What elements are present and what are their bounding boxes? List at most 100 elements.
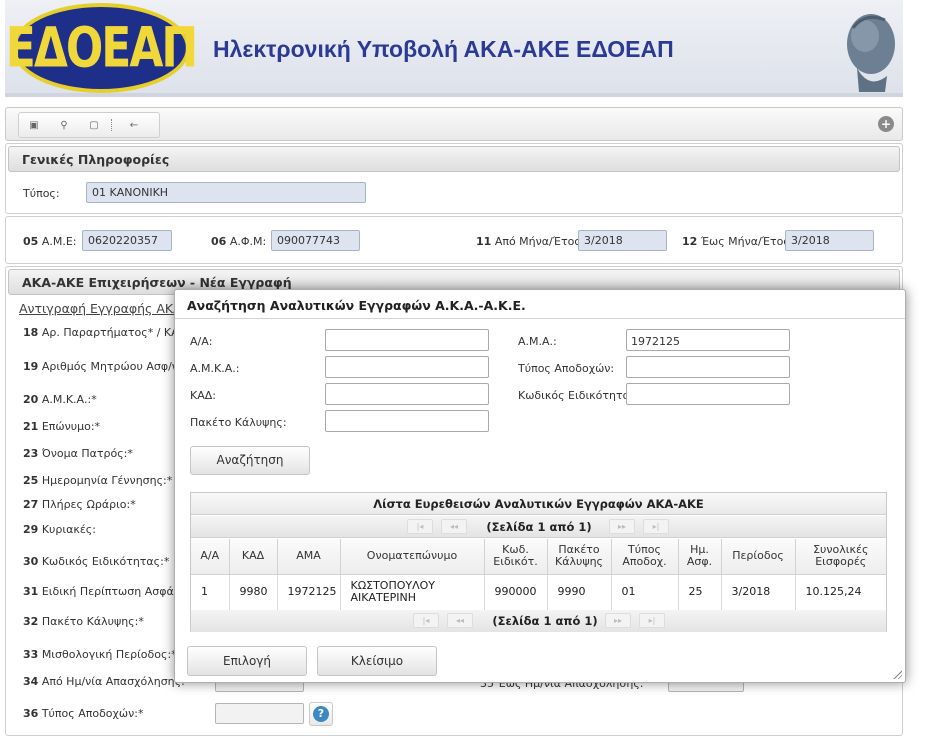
- field-label-19: 19 Αριθμός Μητρώου Ασφ/νου: [23, 360, 192, 373]
- field-label-18: 18 Αρ. Παραρτήματος* / ΚΑΔ:*: [23, 326, 196, 339]
- to-month-label: 12 Έως Μήνα/Έτος:: [682, 235, 794, 248]
- amka-input[interactable]: [325, 356, 489, 378]
- table-cell: 1: [191, 574, 230, 610]
- copy-entry-link[interactable]: Αντιγραφή Εγγραφής ΑΚΑ: [19, 301, 182, 316]
- from-month-label: 11 Από Μήνα/Έτος:: [476, 235, 585, 248]
- help-button[interactable]: ?: [309, 702, 333, 726]
- table-row[interactable]: 1 9980 1972125 ΚΩΣΤΟΠΟΥΛΟΥ ΑΙΚΑΤΕΡΙΝΗ 99…: [191, 574, 886, 610]
- general-info-panel: Γενικές Πληροφορίες Τύπος: 01 ΚΑΝΟΝΙΚΗ: [5, 143, 903, 214]
- close-button[interactable]: Κλείσιμο: [317, 646, 437, 676]
- select-button[interactable]: Επιλογή: [187, 646, 307, 676]
- table-cell: 9990: [547, 574, 612, 610]
- field-label-25: 25 Ημερομηνία Γέννησης:*: [23, 474, 173, 487]
- column-header[interactable]: Τύπος Αποδοχ.: [611, 539, 679, 575]
- app-header: ΕΔΟΕΑΠ Ηλεκτρονική Υποβολή ΑΚΑ-ΑΚΕ ΕΔΟΕΑ…: [5, 0, 903, 97]
- from-month-field[interactable]: 3/2018: [578, 230, 667, 251]
- amka-label: Α.Μ.Κ.Α.:: [190, 362, 240, 375]
- grid-caption: Λίστα Ευρεθεισών Αναλυτικών Εγγραφών ΑΚΑ…: [191, 493, 886, 515]
- search-button[interactable]: Αναζήτηση: [190, 446, 310, 475]
- aa-input[interactable]: [325, 329, 489, 351]
- table-cell: 990000: [484, 574, 548, 610]
- afm-label: 06 Α.Φ.Μ:: [211, 235, 267, 248]
- new-document-icon[interactable]: ▢: [79, 113, 109, 137]
- bottom-pager: |◂ ◂◂ (Σελίδα 1 από 1) ▸▸ ▸|: [191, 610, 886, 632]
- app-title: Ηλεκτρονική Υποβολή ΑΚΑ-ΑΚΕ ΕΔΟΕΑΠ: [213, 36, 674, 62]
- type-label: Τύπος:: [23, 187, 60, 200]
- help-icon: ?: [313, 706, 329, 722]
- next-page-icon[interactable]: ▸▸: [605, 613, 631, 628]
- coverage-package-input[interactable]: [325, 410, 489, 432]
- search-dialog: Αναζήτηση Αναλυτικών Εγγραφών Α.Κ.Α.-Α.Κ…: [174, 289, 906, 683]
- next-page-icon[interactable]: ▸▸: [609, 519, 635, 534]
- prev-page-icon[interactable]: ◂◂: [441, 519, 467, 534]
- field-label-36: 36 Τύπος Αποδοχών:*: [23, 707, 144, 720]
- afm-field[interactable]: 090077743: [271, 230, 360, 251]
- kad-input[interactable]: [325, 383, 489, 405]
- last-page-icon[interactable]: ▸|: [643, 519, 669, 534]
- type-field[interactable]: 01 ΚΑΝΟΝΙΚΗ: [86, 182, 366, 203]
- specialty-code-input[interactable]: [626, 383, 790, 405]
- dialog-title: Αναζήτηση Αναλυτικών Εγγραφών Α.Κ.Α.-Α.Κ…: [187, 298, 526, 313]
- field-label-27: 27 Πλήρες Ωράριο:*: [23, 498, 136, 511]
- ame-label: 05 Α.Μ.Ε:: [23, 235, 77, 248]
- resize-grip-icon[interactable]: [892, 669, 902, 679]
- column-header[interactable]: Κωδ. Ειδικότ.: [484, 539, 548, 575]
- field-label-30: 30 Κωδικός Ειδικότητας:*: [23, 555, 170, 568]
- prev-page-icon[interactable]: ◂◂: [447, 613, 473, 628]
- field-label-29: 29 Κυριακές:: [23, 523, 96, 536]
- first-page-icon[interactable]: |◂: [407, 519, 433, 534]
- column-header[interactable]: ΑΜΑ: [277, 539, 341, 575]
- wage-type-input[interactable]: [626, 356, 790, 378]
- field-label-34: 34 Από Ημ/νία Απασχόλησης:: [23, 675, 185, 688]
- field-label-20: 20 Α.Μ.Κ.Α.:*: [23, 393, 97, 406]
- results-table: Α/Α ΚΑΔ ΑΜΑ Ονοματεπώνυμο Κωδ. Ειδικότ. …: [191, 539, 886, 610]
- first-page-icon[interactable]: |◂: [413, 613, 439, 628]
- table-cell: 1972125: [277, 574, 341, 610]
- column-header[interactable]: Πακέτο Κάλυψης: [547, 539, 612, 575]
- kad-label: ΚΑΔ:: [190, 389, 216, 402]
- statue-head-icon: [847, 14, 895, 92]
- table-cell: 01: [611, 574, 679, 610]
- table-cell: 25: [678, 574, 722, 610]
- toolbar: ▣ ⚲ ▢ ← +: [5, 107, 903, 141]
- save-icon[interactable]: ▣: [19, 113, 49, 137]
- column-header[interactable]: Συνολικές Εισφορές: [795, 539, 886, 575]
- wage-type-field[interactable]: [215, 703, 304, 724]
- toolbar-button-group: ▣ ⚲ ▢ ←: [18, 112, 160, 138]
- to-month-field[interactable]: 3/2018: [785, 230, 874, 251]
- field-label-32: 32 Πακέτο Κάλυψης:*: [23, 615, 144, 628]
- top-pager: |◂ ◂◂ (Σελίδα 1 από 1) ▸▸ ▸|: [191, 516, 886, 538]
- field-label-33: 33 Μισθολογική Περίοδος:*: [23, 648, 177, 661]
- column-header[interactable]: Ονοματεπώνυμο: [340, 539, 485, 575]
- aa-label: Α/Α:: [190, 335, 213, 348]
- table-cell: 10.125,24: [805, 585, 862, 599]
- ame-field[interactable]: 0620220357: [82, 230, 172, 251]
- ama-label: Α.Μ.Α.:: [518, 335, 557, 348]
- ama-input[interactable]: [626, 329, 790, 351]
- top-pager-text: (Σελίδα 1 από 1): [486, 520, 592, 534]
- column-header[interactable]: Περίοδος: [721, 539, 796, 575]
- field-label-21: 21 Επώνυμο:*: [23, 420, 101, 433]
- table-cell: 3/2018: [721, 574, 796, 610]
- add-icon[interactable]: +: [878, 116, 894, 132]
- back-arrow-icon[interactable]: ←: [119, 113, 149, 137]
- bottom-pager-text: (Σελίδα 1 από 1): [492, 614, 598, 628]
- search-icon[interactable]: ⚲: [49, 113, 79, 137]
- field-label-23: 23 Όνομα Πατρός:*: [23, 447, 133, 460]
- column-header[interactable]: ΚΑΔ: [229, 539, 278, 575]
- specialty-code-label: Κωδικός Ειδικότητας:: [518, 389, 641, 402]
- edoeap-logo: ΕΔΟΕΑΠ: [6, 3, 198, 93]
- table-cell: 9980: [229, 574, 278, 610]
- logo-text: ΕΔΟΕΑΠ: [5, 16, 198, 80]
- dialog-divider: [175, 318, 905, 319]
- column-header[interactable]: Α/Α: [191, 539, 230, 575]
- general-info-header: Γενικές Πληροφορίες: [8, 146, 900, 172]
- wage-type-label: Τύπος Αποδοχών:: [518, 362, 615, 375]
- column-header[interactable]: Ημ. Ασφ.: [678, 539, 722, 575]
- last-page-icon[interactable]: ▸|: [639, 613, 665, 628]
- coverage-package-label: Πακέτο Κάλυψης:: [190, 416, 287, 429]
- results-grid: Λίστα Ευρεθεισών Αναλυτικών Εγγραφών ΑΚΑ…: [190, 492, 887, 632]
- employer-panel: 05 Α.Μ.Ε: 0620220357 06 Α.Φ.Μ: 090077743…: [5, 216, 903, 264]
- table-header-row: Α/Α ΚΑΔ ΑΜΑ Ονοματεπώνυμο Κωδ. Ειδικότ. …: [191, 539, 886, 575]
- table-cell: ΚΩΣΤΟΠΟΥΛΟΥ ΑΙΚΑΤΕΡΙΝΗ: [340, 574, 485, 610]
